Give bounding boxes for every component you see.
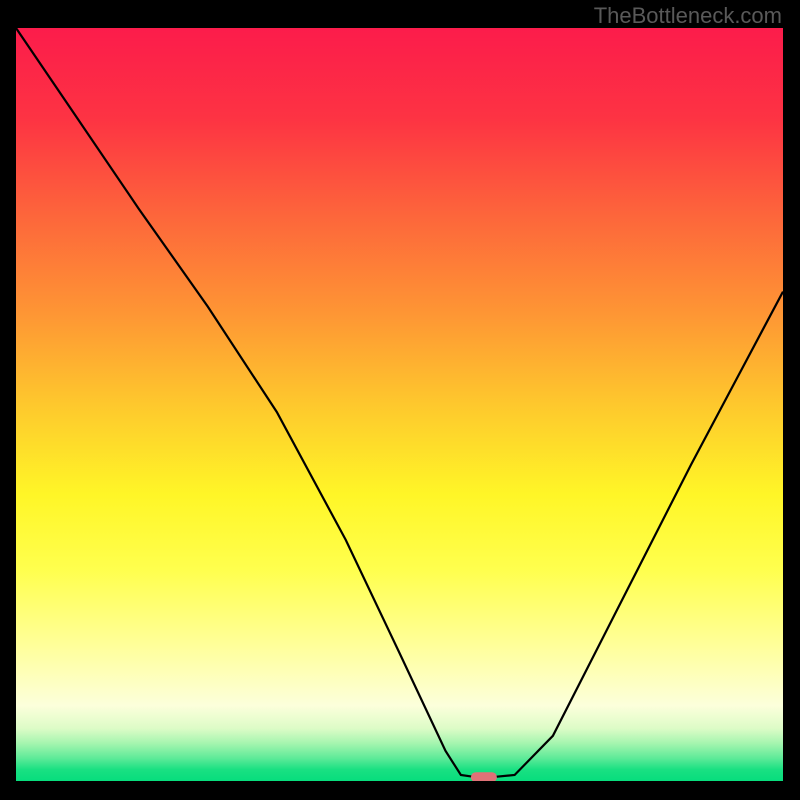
optimal-marker bbox=[471, 772, 497, 781]
gradient-background bbox=[16, 28, 783, 781]
watermark-text: TheBottleneck.com bbox=[594, 3, 782, 29]
chart-area bbox=[16, 28, 783, 781]
chart-svg bbox=[16, 28, 783, 781]
